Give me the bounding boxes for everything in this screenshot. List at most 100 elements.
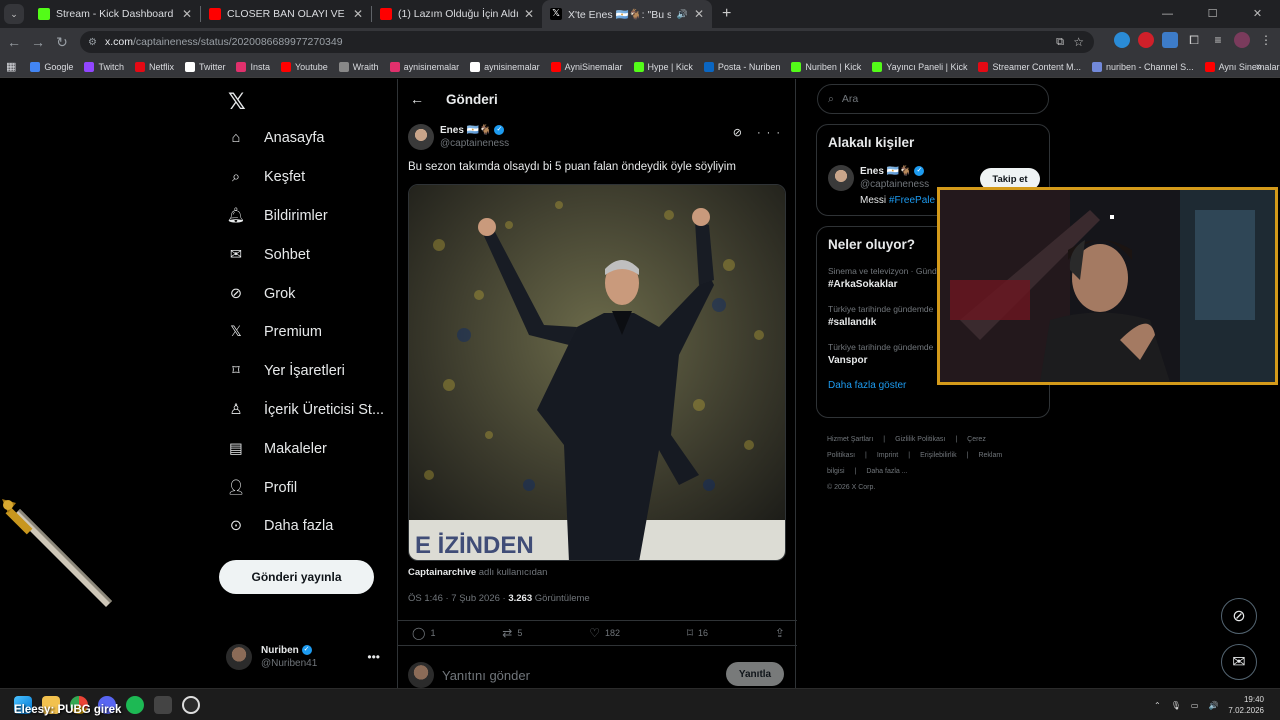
- bookmark-item[interactable]: Posta - Nuriben: [703, 61, 780, 72]
- puzzle-icon[interactable]: ⧠: [1186, 32, 1202, 48]
- apps-grid-icon[interactable]: ▦: [6, 60, 16, 73]
- person-handle[interactable]: @captaineness: [860, 178, 935, 191]
- display-icon[interactable]: ▭: [1191, 701, 1199, 710]
- sidebar-item-i-çerik-üreticisi-st[interactable]: ♙ İçerik Üreticisi St...: [220, 391, 385, 430]
- bookmark-item[interactable]: Aynı Sinemalar - Ça...: [1204, 61, 1280, 72]
- like-action[interactable]: ♡ 182: [589, 626, 620, 640]
- close-icon[interactable]: ✕: [524, 7, 534, 21]
- extension-icon[interactable]: [1114, 32, 1130, 48]
- footer-link[interactable]: Erişilebilirlik: [920, 452, 957, 459]
- more-dots-icon[interactable]: •••: [367, 650, 380, 664]
- tab-youtube-lazim[interactable]: (1) Lazım Olduğu İçin Aldıklarım ✕: [372, 0, 542, 28]
- source-name[interactable]: Captainarchive: [408, 567, 476, 578]
- messages-float-button[interactable]: ✉: [1221, 644, 1257, 680]
- bookmark-item[interactable]: AyniSinemalar: [550, 61, 623, 72]
- back-arrow-icon[interactable]: ←: [410, 91, 446, 107]
- bookmark-item[interactable]: Wraith: [338, 61, 379, 72]
- sidebar-item-daha-fazla[interactable]: ⊙ Daha fazla: [220, 507, 384, 546]
- tab-kick-dashboard[interactable]: Stream - Kick Dashboard ✕: [30, 0, 200, 28]
- sidebar-item-sohbet[interactable]: ✉ Sohbet: [220, 235, 384, 274]
- close-icon[interactable]: ✕: [694, 7, 704, 21]
- spotify-icon[interactable]: [126, 695, 144, 714]
- chevron-up-icon[interactable]: ⌃: [1154, 701, 1161, 710]
- bookmark-item[interactable]: Streamer Content M...: [978, 61, 1081, 72]
- extension-icon[interactable]: [1138, 32, 1154, 48]
- author-handle[interactable]: @captaineness: [440, 137, 509, 150]
- speaker-icon[interactable]: 🔊: [677, 9, 688, 20]
- forward-arrow-icon[interactable]: →: [26, 34, 50, 50]
- views-label: Görüntüleme: [534, 593, 590, 604]
- bookmark-item[interactable]: Insta: [236, 61, 270, 72]
- app-icon[interactable]: [154, 695, 172, 714]
- site-info-icon[interactable]: ⚙: [88, 37, 97, 48]
- sidebar-item-profil[interactable]: 👤︎ Profil: [220, 468, 384, 507]
- bookmark-item[interactable]: Nuriben | Kick: [791, 61, 861, 72]
- close-icon[interactable]: ✕: [353, 7, 363, 21]
- bookmark-item[interactable]: Twitch: [84, 61, 124, 72]
- sidebar-item-label: Anasayfa: [264, 130, 325, 147]
- person-name[interactable]: Enes 🇦🇷🐐: [860, 166, 912, 177]
- grok-float-button[interactable]: ⊘: [1221, 598, 1257, 634]
- share-action[interactable]: ⇪: [775, 626, 785, 640]
- address-bar[interactable]: ⚙ x.com /captaineness/status/20200866899…: [80, 31, 1094, 53]
- tab-x-post[interactable]: 𝕏 X'te Enes 🇦🇷🐐: "Bu sezon t... 🔊 ✕: [542, 0, 712, 28]
- bookmark-item[interactable]: Youtube: [281, 61, 328, 72]
- shield-extension-icon[interactable]: [1162, 32, 1178, 48]
- avatar[interactable]: [828, 165, 854, 191]
- bookmark-item[interactable]: Yayıncı Paneli | Kick: [872, 61, 967, 72]
- author-name[interactable]: Enes 🇦🇷🐐: [440, 125, 492, 136]
- avatar[interactable]: [408, 124, 434, 150]
- install-app-icon[interactable]: ⧉: [1056, 36, 1064, 49]
- repost-action[interactable]: ⇄ 5: [502, 626, 522, 640]
- footer-link[interactable]: Daha fazla ...: [866, 468, 907, 475]
- post-button[interactable]: Gönderi yayınla: [219, 560, 374, 594]
- sidebar-item-anasayfa[interactable]: ⌂ Anasayfa: [220, 119, 384, 158]
- bio-hashtag[interactable]: #FreePale: [889, 195, 935, 206]
- tweet-time[interactable]: ÖS 1:46 · 7 Şub 2026 ·: [408, 593, 508, 604]
- footer-link[interactable]: Gizlilik Politikası: [895, 436, 945, 443]
- sidebar-item-yer-i-şaretleri[interactable]: ⌑ Yer İşaretleri: [220, 352, 384, 391]
- media-controls-icon[interactable]: ≡: [1210, 32, 1226, 48]
- bookmark-item[interactable]: nuriben - Channel S...: [1092, 61, 1194, 72]
- kebab-menu-icon[interactable]: ⋮: [1258, 32, 1274, 48]
- profile-avatar-icon[interactable]: [1234, 32, 1250, 48]
- bookmark-item[interactable]: aynisinemalar: [470, 61, 540, 72]
- bookmark-star-icon[interactable]: ☆: [1073, 35, 1084, 49]
- grok-icon[interactable]: ⊘: [733, 127, 748, 139]
- tab-search-button[interactable]: ⌄: [4, 4, 24, 24]
- bookmark-item[interactable]: aynisinemalar: [389, 61, 459, 72]
- bookmark-item[interactable]: Twitter: [184, 61, 225, 72]
- back-arrow-icon[interactable]: ←: [2, 34, 26, 50]
- sidebar-item-keşfet[interactable]: ⌕ Keşfet: [220, 158, 384, 197]
- bookmark-item[interactable]: Google: [30, 61, 73, 72]
- x-logo-icon[interactable]: 𝕏: [228, 89, 246, 115]
- tab-youtube-closer[interactable]: CLOSER BAN OLAYI VE SONRA... ✕: [201, 0, 371, 28]
- footer-link[interactable]: Hizmet Şartları: [827, 436, 873, 443]
- bookmark-item[interactable]: Netflix: [134, 61, 174, 72]
- more-dots-icon[interactable]: ···: [757, 127, 786, 139]
- close-icon[interactable]: ✕: [182, 7, 192, 21]
- tweet-image[interactable]: E İZİNDEN: [408, 184, 786, 561]
- bookmark-item[interactable]: Hype | Kick: [633, 61, 693, 72]
- sidebar-item-bildirimler[interactable]: 🔔︎ Bildirimler: [220, 197, 384, 236]
- microphone-icon[interactable]: 🎙: [1171, 701, 1181, 710]
- reply-action[interactable]: ◯ 1: [412, 626, 435, 640]
- account-switcher[interactable]: Nuriben ✓ @Nuriben41 •••: [226, 644, 386, 670]
- bookmark-action[interactable]: ⌑ 16: [687, 626, 708, 640]
- search-input[interactable]: ⌕ Ara: [817, 84, 1049, 114]
- obs-icon[interactable]: [182, 695, 200, 714]
- close-window-icon[interactable]: ✕: [1235, 0, 1280, 28]
- volume-icon[interactable]: 🔊: [1208, 701, 1218, 710]
- new-tab-button[interactable]: +: [722, 5, 731, 23]
- minimize-icon[interactable]: —: [1145, 0, 1190, 28]
- more-bookmarks-icon[interactable]: »: [1256, 61, 1262, 73]
- maximize-icon[interactable]: ☐: [1190, 0, 1235, 28]
- footer-link[interactable]: Imprint: [877, 452, 898, 459]
- reply-input[interactable]: Yanıtını gönder: [442, 668, 530, 683]
- reload-icon[interactable]: ↻: [50, 34, 74, 51]
- sidebar-item-makaleler[interactable]: ▤ Makaleler: [220, 429, 384, 468]
- sidebar-item-grok[interactable]: ⊘ Grok: [220, 274, 384, 313]
- clock[interactable]: 19:40 7.02.2026: [1228, 694, 1264, 716]
- reply-button[interactable]: Yanıtla: [726, 662, 784, 686]
- sidebar-item-premium[interactable]: 𝕏 Premium: [220, 313, 384, 352]
